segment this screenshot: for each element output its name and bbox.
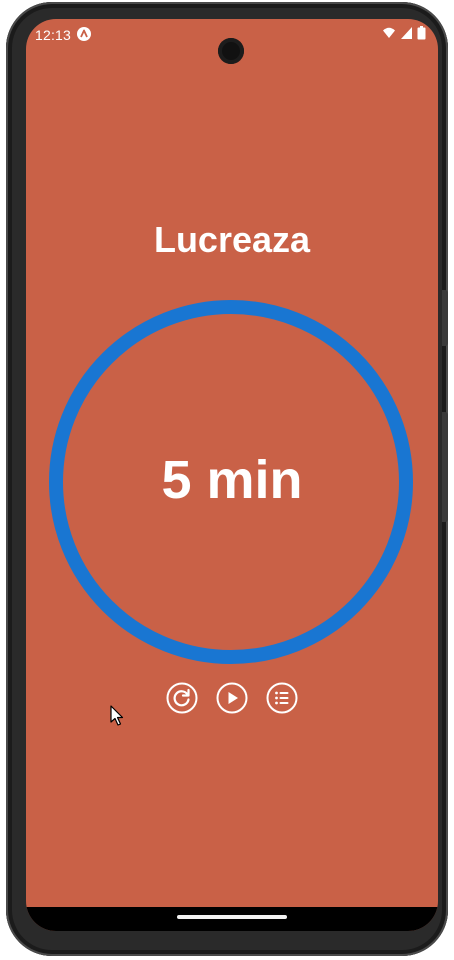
reset-button[interactable] <box>165 681 199 715</box>
front-camera <box>218 38 244 64</box>
timer-display: 5 min <box>161 450 303 510</box>
navigation-bar <box>26 907 438 931</box>
status-time: 12:13 <box>35 27 72 43</box>
signal-icon <box>401 27 412 39</box>
play-icon <box>216 682 248 714</box>
list-icon <box>266 682 298 714</box>
status-icons <box>382 26 426 40</box>
timer-controls <box>26 681 438 715</box>
phone-frame: 12:13 Lucreaza 5 min <box>6 2 448 956</box>
timer-title: Lucreaza <box>153 219 311 260</box>
a-notification-icon <box>77 27 91 41</box>
reset-icon <box>166 682 198 714</box>
volume-button <box>442 412 448 522</box>
list-button[interactable] <box>265 681 299 715</box>
battery-icon <box>417 26 426 40</box>
mouse-cursor-icon <box>110 705 124 726</box>
home-gesture-handle[interactable] <box>177 915 287 919</box>
power-button <box>442 290 448 346</box>
wifi-icon <box>383 27 395 38</box>
play-button[interactable] <box>215 681 249 715</box>
app-screen: 12:13 Lucreaza 5 min <box>26 19 438 931</box>
